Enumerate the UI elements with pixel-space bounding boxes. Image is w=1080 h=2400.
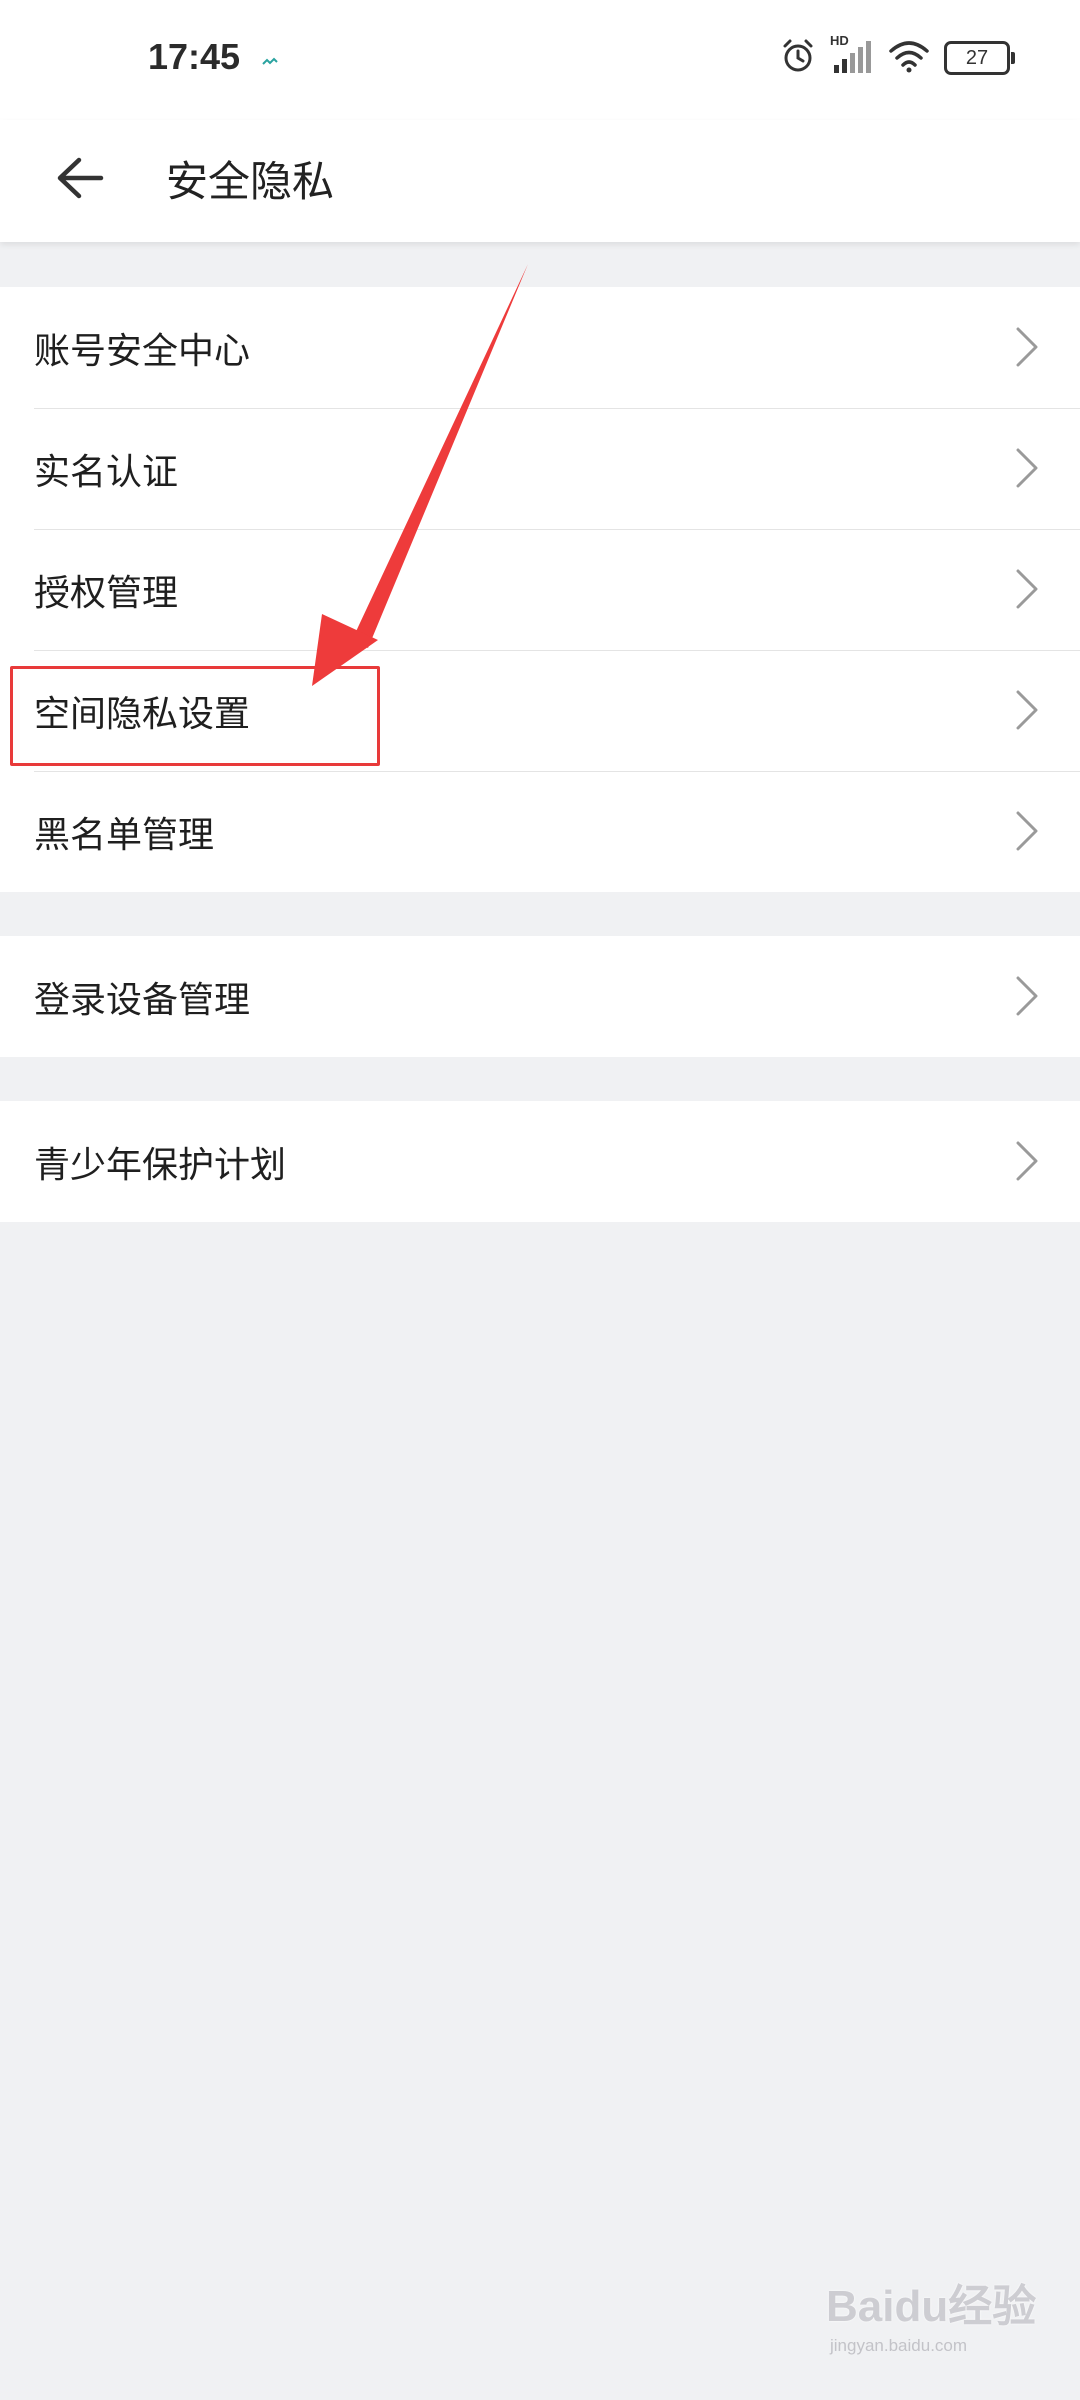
top-app-bar: 安全隐私 <box>0 120 1080 242</box>
hd-signal-icon: HD <box>830 33 874 77</box>
status-icons: HD 27 <box>780 33 1015 78</box>
back-button[interactable] <box>40 140 120 220</box>
settings-group-devices: 登录设备管理 <box>0 936 1080 1057</box>
settings-group-privacy: 账号安全中心 实名认证 授权管理 空间隐私设置 黑名单管理 <box>0 287 1080 892</box>
watermark-brand: Baidu经验 <box>826 2282 1037 2331</box>
list-item-authorization-management[interactable]: 授权管理 <box>0 529 1080 650</box>
list-item-label: 空间隐私设置 <box>34 693 251 735</box>
list-item-account-security-center[interactable]: 账号安全中心 <box>0 287 1080 408</box>
list-item-label: 实名认证 <box>34 451 179 493</box>
battery-icon: 27 <box>944 41 1015 75</box>
wifi-icon <box>888 39 930 77</box>
status-time: 17:45 <box>148 36 241 77</box>
chevron-right-icon <box>1014 974 1040 1022</box>
alarm-icon <box>780 38 816 78</box>
status-bar: 17:45 HD 27 <box>0 0 1080 120</box>
list-item-label: 黑名单管理 <box>34 814 215 856</box>
list-item-youth-protection-plan[interactable]: 青少年保护计划 <box>0 1101 1080 1222</box>
list-item-space-privacy-settings[interactable]: 空间隐私设置 <box>0 650 1080 771</box>
list-item-label: 登录设备管理 <box>34 979 251 1021</box>
battery-level: 27 <box>965 46 989 69</box>
chevron-right-icon <box>1014 1139 1040 1187</box>
chevron-right-icon <box>1014 809 1040 857</box>
watermark-url: jingyan.baidu.com <box>830 2336 968 2355</box>
settings-group-youth: 青少年保护计划 <box>0 1101 1080 1222</box>
list-item-real-name-verification[interactable]: 实名认证 <box>0 408 1080 529</box>
chevron-right-icon <box>1014 446 1040 494</box>
chevron-right-icon <box>1014 567 1040 615</box>
list-item-blacklist-management[interactable]: 黑名单管理 <box>0 771 1080 892</box>
chevron-right-icon <box>1014 325 1040 373</box>
list-item-label: 账号安全中心 <box>34 330 251 372</box>
list-item-label: 青少年保护计划 <box>34 1144 287 1186</box>
page-title: 安全隐私 <box>166 157 335 206</box>
list-item-label: 授权管理 <box>34 572 179 614</box>
app-notification-icon <box>262 52 278 71</box>
chevron-right-icon <box>1014 688 1040 736</box>
list-item-login-device-management[interactable]: 登录设备管理 <box>0 936 1080 1057</box>
baidu-jingyan-watermark: Baidu经验 jingyan.baidu.com <box>826 2250 1056 2370</box>
arrow-left-icon <box>55 156 105 204</box>
hd-badge: HD <box>830 33 849 48</box>
